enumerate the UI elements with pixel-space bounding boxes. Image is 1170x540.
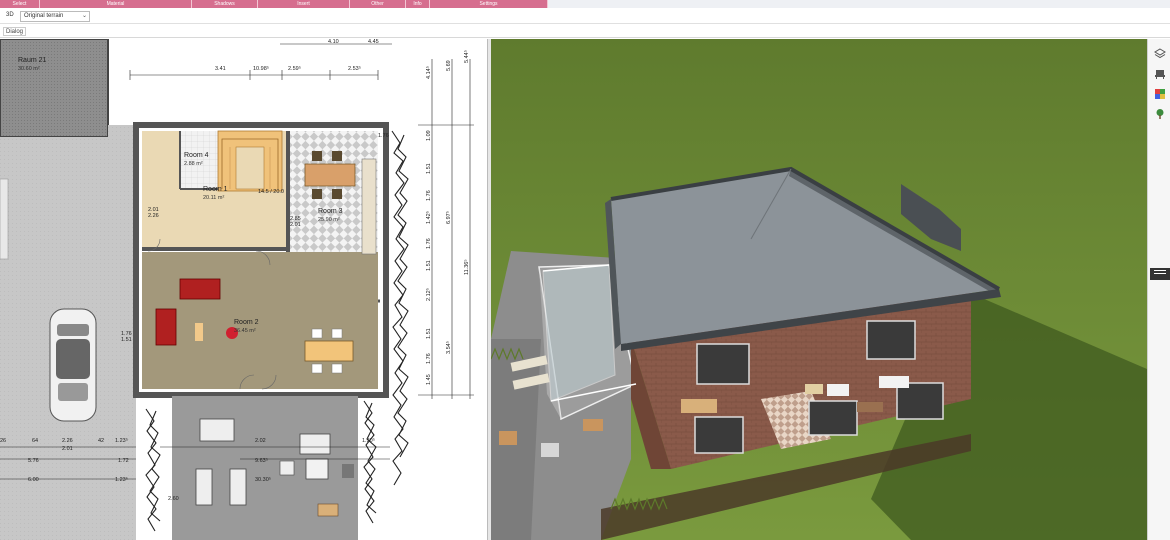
dimension-label: 1.45: [426, 374, 432, 385]
sofa: [179, 278, 221, 300]
dimension-label: 1.51: [426, 328, 432, 339]
tab-settings[interactable]: Settings: [430, 0, 548, 8]
dimension-label: 2.26: [148, 213, 159, 219]
dimension-label: 2.01: [290, 222, 301, 228]
dialog-button[interactable]: Dialog: [3, 27, 27, 36]
dimension-label: 2.12⁵: [426, 288, 432, 301]
room-label: Room 4: [184, 152, 209, 159]
tab-other[interactable]: Other: [350, 0, 406, 8]
dimension-label: 1.76: [378, 133, 389, 139]
dimension-label: 6.97⁵: [446, 211, 452, 224]
dimension-label: 2.85: [290, 216, 301, 222]
dimension-label: 30.30⁵: [255, 477, 272, 483]
room-label: Raum 21: [18, 57, 47, 64]
dimension-label: 14.5 / 20.0: [258, 189, 284, 195]
dimension-label: 42: [98, 438, 105, 444]
tab-info[interactable]: Info: [406, 0, 430, 8]
menu-icon[interactable]: [1150, 268, 1170, 280]
dimension-label: 1.76: [426, 190, 432, 201]
tab-insert[interactable]: Insert: [258, 0, 350, 8]
dimension-label: 5.44⁵: [464, 50, 470, 63]
dimension-label: 1.30⁵: [362, 438, 375, 444]
terrain-select[interactable]: Original terrain ⌄: [20, 11, 90, 22]
dimension-label: 10.98⁵: [253, 66, 270, 72]
toolbar: 3D Original terrain ⌄: [0, 9, 1170, 24]
tree-icon[interactable]: [1153, 107, 1167, 121]
dimension-label: 4.14⁵: [426, 66, 432, 79]
terrain-select-value: Original terrain: [24, 13, 64, 19]
dimension-label: 9.63⁵: [255, 458, 268, 464]
ribbon-empty-area: [548, 0, 1170, 8]
dimension-label: 1.76: [426, 353, 432, 364]
dimension-label: 4.45: [368, 39, 379, 45]
dimension-label: 1.51: [121, 337, 132, 343]
room-label: Room 3: [318, 208, 343, 215]
dimension-label: 4.10: [328, 39, 339, 45]
dimension-label: 5.69: [446, 60, 452, 71]
ribbon: Select Material Shadows Insert Other Inf…: [0, 0, 1170, 8]
terrace: [172, 396, 358, 540]
tab-material[interactable]: Material: [40, 0, 192, 8]
window: [696, 343, 750, 385]
room-area: 2.88 m²: [184, 161, 203, 167]
room-area: 36.45 m²: [234, 328, 256, 334]
room-raum21-floor: [0, 39, 108, 137]
window: [808, 400, 858, 436]
room-area: 20.11 m²: [203, 195, 225, 201]
materials-icon[interactable]: [1153, 87, 1167, 101]
room-label: Room 2: [234, 319, 259, 326]
window: [896, 382, 944, 420]
room-area: 25.90 m²: [318, 217, 340, 223]
furniture-icon[interactable]: [1153, 67, 1167, 81]
view-mode-label: 3D: [6, 12, 14, 18]
dimension-label: 2.02: [255, 438, 266, 444]
dimension-label: 1.76: [426, 238, 432, 249]
window: [866, 320, 916, 360]
dimension-label: 1.23⁵: [115, 438, 128, 444]
dimension-label: 1.42⁵: [426, 211, 432, 224]
dimension-label: 2.26: [62, 438, 73, 444]
room-area: 30.60 m²: [18, 66, 40, 72]
window: [694, 416, 744, 454]
dimension-label: 2.01: [62, 446, 73, 452]
dimension-label: 1.09: [426, 130, 432, 141]
dimension-label: 2.59⁵: [288, 66, 301, 72]
dimension-label: 1.51: [426, 163, 432, 174]
dimension-label: 64: [32, 438, 39, 444]
dimension-label: 5.76: [28, 458, 39, 464]
dialog-row: Dialog: [0, 25, 1170, 38]
dimension-label: 2.53⁵: [348, 66, 361, 72]
tab-select[interactable]: Select: [0, 0, 40, 8]
dimension-label: 6.00: [28, 477, 39, 483]
car-symbol: [49, 308, 97, 422]
floor-plan-drawing: [0, 39, 474, 540]
staircase: [217, 130, 283, 192]
layers-icon[interactable]: [1153, 47, 1167, 61]
sofa: [155, 308, 177, 346]
floor-plan-2d[interactable]: Raum 21 30.60 m² Room 4 2.88 m² Room 1 2…: [0, 39, 487, 540]
dimension-label: 11.36⁵: [464, 259, 470, 275]
view-3d[interactable]: [491, 39, 1147, 540]
dimension-label: 26: [0, 438, 7, 444]
dimension-label: 3.54⁵: [446, 341, 452, 354]
3d-scene: [491, 39, 1147, 540]
dimension-label: 1.51: [426, 260, 432, 271]
room-label: Room 1: [203, 186, 228, 193]
dimension-label: 1.23⁵: [115, 477, 128, 483]
home-design-app: Select Material Shadows Insert Other Inf…: [0, 0, 1170, 540]
chevron-down-icon: ⌄: [81, 13, 87, 19]
tab-shadows[interactable]: Shadows: [192, 0, 258, 8]
dimension-label: 1.72: [118, 458, 129, 464]
hedge-right: [391, 130, 409, 486]
dimension-label: 2.60: [168, 496, 179, 502]
dimension-label: 3.41: [215, 66, 226, 72]
right-toolbar: [1147, 39, 1170, 540]
